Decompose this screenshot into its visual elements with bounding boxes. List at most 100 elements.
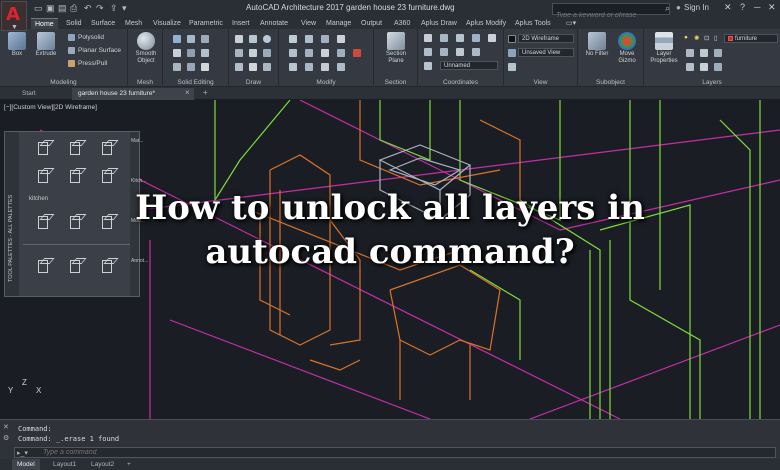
sign-in-link[interactable]: Sign In [684,3,709,12]
smooth-object-button[interactable]: Smooth Object [131,32,161,65]
save-as-icon[interactable]: ▤ [58,3,67,14]
intersect-icon[interactable] [201,35,209,43]
search-box[interactable] [552,3,670,21]
panel-label-section[interactable]: Section [374,79,417,86]
visual-style-dropdown[interactable]: 2D Wireframe [518,34,574,43]
layer-properties-button[interactable]: Layer Properties [647,32,681,65]
saved-view-dropdown[interactable]: Unsaved View [518,48,574,57]
new-tab-icon[interactable]: + [203,88,208,97]
array-icon[interactable] [337,49,345,57]
palette-tool-icon[interactable] [69,140,83,156]
open-icon[interactable]: ▭ [34,3,43,14]
scale-icon[interactable] [321,49,329,57]
undo-icon[interactable]: ↶ [84,3,92,14]
viewport-controls[interactable]: [−][Custom View][2D Wireframe] [4,104,97,111]
ucs-origin-icon[interactable] [456,34,464,42]
viewport-config-icon[interactable] [508,63,516,71]
ucs-y-icon[interactable] [488,34,496,42]
tab-solid[interactable]: Solid [62,18,86,29]
hatch-icon[interactable] [235,63,243,71]
application-menu-button[interactable]: A ▼ [1,1,27,31]
presspull-button[interactable]: Press/Pull [68,60,107,67]
trim-icon[interactable] [305,63,313,71]
polyline-icon[interactable] [249,35,257,43]
tab-layout2[interactable]: Layout2 [86,459,119,470]
layer-lock-icon[interactable]: ⊡ [704,34,709,42]
rectangle-icon[interactable] [249,49,257,57]
tab-layout1[interactable]: Layout1 [48,459,81,470]
ucs-3point-icon[interactable] [424,62,432,70]
section-plane-button[interactable]: Section Plane [381,32,411,65]
box-button[interactable]: Box [4,32,30,58]
panel-label-modeling[interactable]: Modeling [0,79,127,86]
arc-icon[interactable] [235,49,243,57]
shell-icon[interactable] [201,63,209,71]
no-filter-button[interactable]: No Filter [581,32,613,58]
ucs-z-icon[interactable] [424,48,432,56]
panel-label-view[interactable]: View [504,79,577,86]
layer-unlock-icon[interactable] [714,63,722,71]
tab-a360[interactable]: A360 [390,18,414,29]
layer-freeze-icon[interactable] [686,63,694,71]
tab-aplus-modify[interactable]: Aplus Modify [462,18,510,29]
union-icon[interactable] [173,35,181,43]
share-icon[interactable]: ⇪ [110,3,118,14]
align-icon[interactable] [289,63,297,71]
extrude-button[interactable]: Extrude [33,32,59,58]
palette-tool-icon[interactable] [101,140,115,156]
layer-off-icon[interactable] [700,63,708,71]
layer-viewport-icon[interactable]: ▯ [714,34,718,42]
region-icon[interactable] [263,63,271,71]
extract-edges-icon[interactable] [173,63,181,71]
minimize-button[interactable]: ─ [754,2,760,12]
panel-label-mesh[interactable]: Mesh [128,79,162,86]
move-gizmo-button[interactable]: Move Gizmo [612,32,642,65]
ucs-object-icon[interactable] [456,48,464,56]
palette-tab-kitchen[interactable]: Kitch... [131,178,146,184]
palette-tool-icon[interactable] [37,168,51,184]
offset-icon[interactable] [321,63,329,71]
named-ucs-dropdown[interactable]: Unnamed [440,61,498,70]
ucs-view-icon[interactable] [440,48,448,56]
tab-insert[interactable]: Insert [228,18,254,29]
subtract-icon[interactable] [187,35,195,43]
ucs-world-icon[interactable] [440,34,448,42]
ucs-icon[interactable] [424,34,432,42]
settings-icon[interactable]: ⚙ [3,434,9,442]
layer-thaw-icon[interactable]: ✺ [694,34,699,42]
thicken-icon[interactable] [201,49,209,57]
command-line[interactable]: ▸_▾ [14,447,776,458]
file-tab-start[interactable]: Start [16,88,42,100]
ucs-x-icon[interactable] [472,34,480,42]
ellipse-icon[interactable] [263,49,271,57]
add-layout-icon[interactable]: + [122,459,136,470]
slice-icon[interactable] [187,49,195,57]
close-button[interactable]: ✕ [768,2,776,13]
tab-mesh[interactable]: Mesh [121,18,146,29]
panel-label-subobject[interactable]: Subobject [578,79,643,86]
tab-aplus-draw[interactable]: Aplus Draw [417,18,461,29]
panel-label-solid-editing[interactable]: Solid Editing [163,79,228,86]
drawing-area[interactable]: [−][Custom View][2D Wireframe] TOOL PALE… [0,100,780,419]
redo-icon[interactable]: ↷ [96,3,104,14]
erase-icon[interactable] [353,49,361,57]
tab-output[interactable]: Output [357,18,386,29]
workspace-dropdown-icon[interactable]: ▾ [122,3,127,14]
panel-label-coordinates[interactable]: Coordinates [418,79,503,86]
tab-manage[interactable]: Manage [322,18,355,29]
command-window-grip[interactable]: ✕ ⚙ [3,423,11,457]
tab-annotate[interactable]: Annotate [256,18,292,29]
planar-surface-button[interactable]: Planar Surface [68,47,121,54]
save-icon[interactable]: ▣ [46,3,55,14]
polysolid-button[interactable]: Polysolid [68,34,104,41]
make-current-icon[interactable] [686,49,694,57]
spline-icon[interactable] [249,63,257,71]
palette-tool-icon[interactable] [69,168,83,184]
panel-label-draw[interactable]: Draw [229,79,278,86]
plot-icon[interactable]: ⎙ [70,3,77,14]
panel-label-modify[interactable]: Modify [279,79,373,86]
file-tab-drawing[interactable]: garden house 23 furniture* [72,88,194,100]
tab-aplus-tools[interactable]: Aplus Tools [511,18,555,29]
current-layer-dropdown[interactable]: furniture [724,34,778,43]
ucs-face-icon[interactable] [472,48,480,56]
